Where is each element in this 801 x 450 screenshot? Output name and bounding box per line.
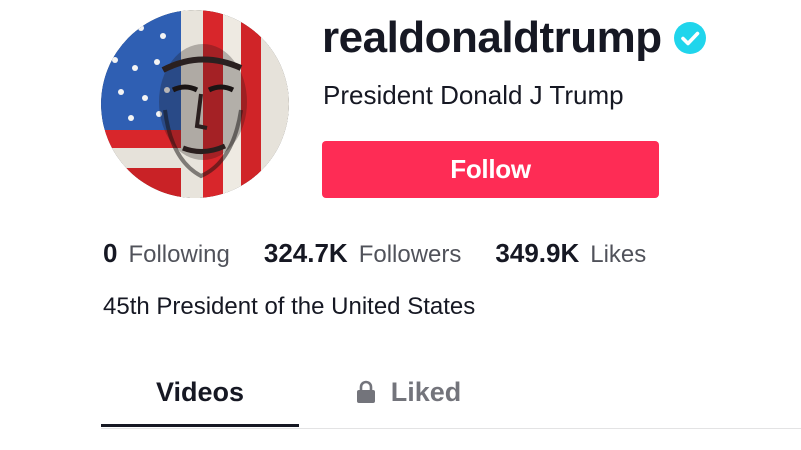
follow-button[interactable]: Follow (322, 141, 659, 198)
lock-icon (355, 380, 377, 404)
followers-count: 324.7K (263, 238, 348, 268)
avatar[interactable] (101, 10, 289, 198)
display-name: President Donald J Trump (323, 80, 624, 110)
avatar-image (101, 10, 289, 198)
likes-count: 349.9K (495, 238, 580, 268)
tab-liked-label: Liked (390, 376, 462, 407)
tab-videos-label: Videos (155, 376, 245, 407)
followers-label: Followers (358, 241, 462, 268)
verified-badge-icon (673, 22, 706, 54)
username-row: realdonaldtrump (322, 10, 706, 66)
stat-following[interactable]: 0 Following (103, 236, 230, 272)
following-count: 0 (103, 238, 118, 268)
profile-tabs: Videos Liked (101, 360, 801, 429)
tab-videos[interactable]: Videos (101, 360, 299, 427)
stat-likes: 349.9K Likes (495, 236, 646, 272)
tab-liked[interactable]: Liked (346, 360, 470, 424)
username: realdonaldtrump (322, 13, 662, 62)
profile-bio: 45th President of the United States (103, 293, 476, 320)
profile-stats: 0 Following 324.7K Followers 349.9K Like… (103, 236, 680, 272)
following-label: Following (128, 241, 230, 268)
stat-followers[interactable]: 324.7K Followers (264, 236, 462, 272)
likes-label: Likes (590, 241, 647, 268)
